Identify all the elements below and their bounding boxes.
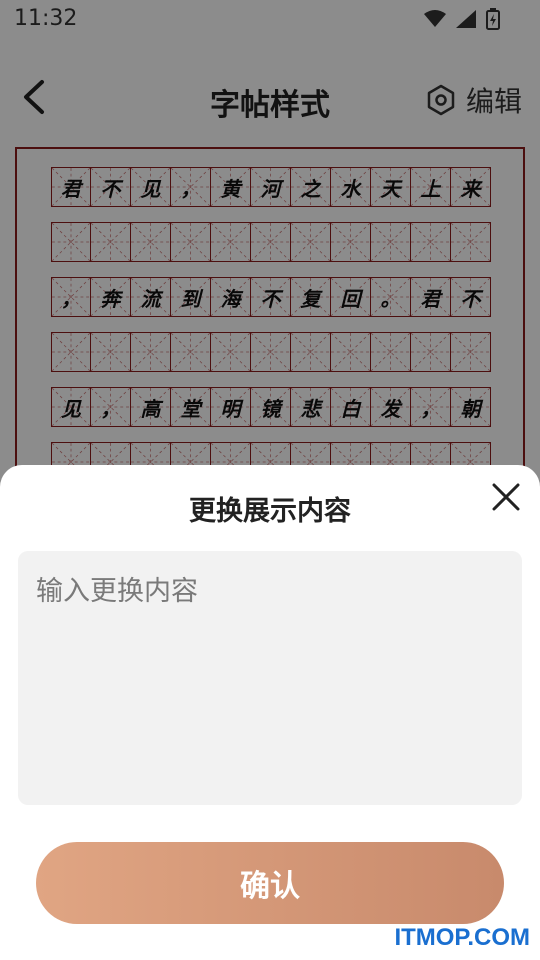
confirm-button[interactable]: 确认 <box>36 842 504 924</box>
watermark-text: ITMOP.COM <box>394 924 530 951</box>
close-button[interactable] <box>488 479 524 515</box>
dialog-title: 更换展示内容 <box>189 496 351 527</box>
content-input[interactable] <box>18 551 522 805</box>
change-content-dialog: 更换展示内容 确认 <box>0 465 540 960</box>
close-icon <box>492 483 520 511</box>
